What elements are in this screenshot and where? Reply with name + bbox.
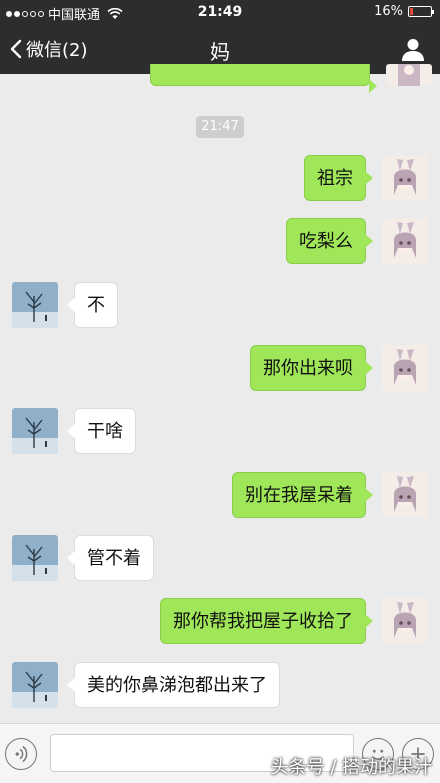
- battery-percent: 16%: [374, 4, 403, 19]
- user-avatar[interactable]: [382, 598, 428, 644]
- message-bubble-incoming[interactable]: 美的你鼻涕泡都出来了: [67, 662, 280, 708]
- contact-avatar[interactable]: [12, 408, 58, 454]
- user-avatar[interactable]: [382, 155, 428, 201]
- message-row-partial: [150, 64, 432, 93]
- message-row: 祖宗: [304, 155, 428, 201]
- watermark: 头条号 / 搭动的果汁: [270, 757, 432, 778]
- message-row: 那你出来呗: [250, 345, 428, 391]
- voice-icon[interactable]: [5, 738, 37, 770]
- contact-avatar[interactable]: [12, 282, 58, 328]
- message-bubble-outgoing[interactable]: 别在我屋呆着: [232, 472, 373, 518]
- status-right: 16%: [374, 4, 434, 19]
- message-row: 吃梨么: [286, 218, 428, 264]
- message-bubble-outgoing[interactable]: 那你出来呗: [250, 345, 373, 391]
- message-bubble-incoming[interactable]: 管不着: [67, 535, 154, 581]
- message-row: 不: [12, 282, 118, 328]
- message-row: 干啥: [12, 408, 136, 454]
- user-avatar[interactable]: [382, 218, 428, 264]
- message-row: 那你帮我把屋子收拾了: [160, 598, 428, 644]
- user-avatar[interactable]: [382, 345, 428, 391]
- message-row: 美的你鼻涕泡都出来了: [12, 662, 280, 708]
- user-avatar[interactable]: [386, 64, 432, 86]
- message-bubble-outgoing[interactable]: 那你帮我把屋子收拾了: [160, 598, 373, 644]
- chat-timestamp: 21:47: [196, 116, 244, 138]
- chat-title: 妈: [210, 40, 230, 64]
- message-bubble-outgoing[interactable]: [150, 64, 377, 93]
- message-bubble-incoming[interactable]: 干啥: [67, 408, 136, 454]
- message-row: 别在我屋呆着: [232, 472, 428, 518]
- user-avatar[interactable]: [382, 472, 428, 518]
- message-bubble-incoming[interactable]: 不: [67, 282, 118, 328]
- person-icon[interactable]: [400, 36, 426, 62]
- battery-level-fill: [410, 8, 414, 15]
- message-bubble-outgoing[interactable]: 吃梨么: [286, 218, 373, 264]
- status-bar: 中国联通 21:49 16%: [0, 0, 440, 24]
- battery-icon: [408, 6, 434, 17]
- message-bubble-outgoing[interactable]: 祖宗: [304, 155, 373, 201]
- contact-avatar[interactable]: [12, 662, 58, 708]
- message-row: 管不着: [12, 535, 154, 581]
- contact-avatar[interactable]: [12, 535, 58, 581]
